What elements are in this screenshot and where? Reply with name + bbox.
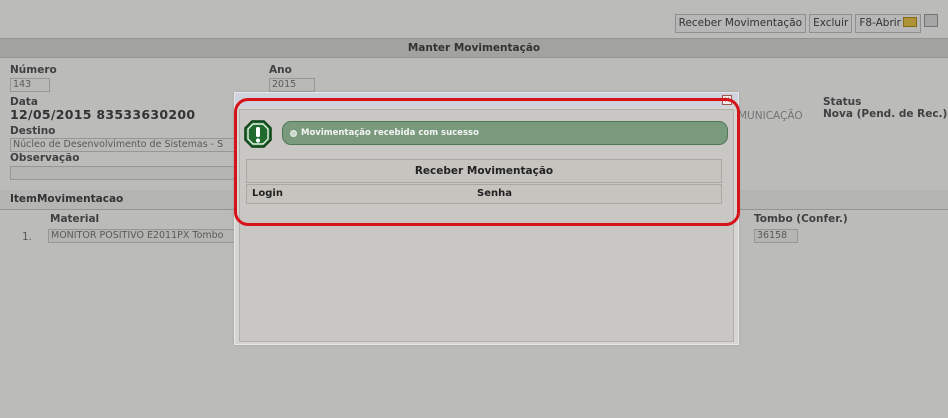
highlight-annotation [234,98,740,226]
